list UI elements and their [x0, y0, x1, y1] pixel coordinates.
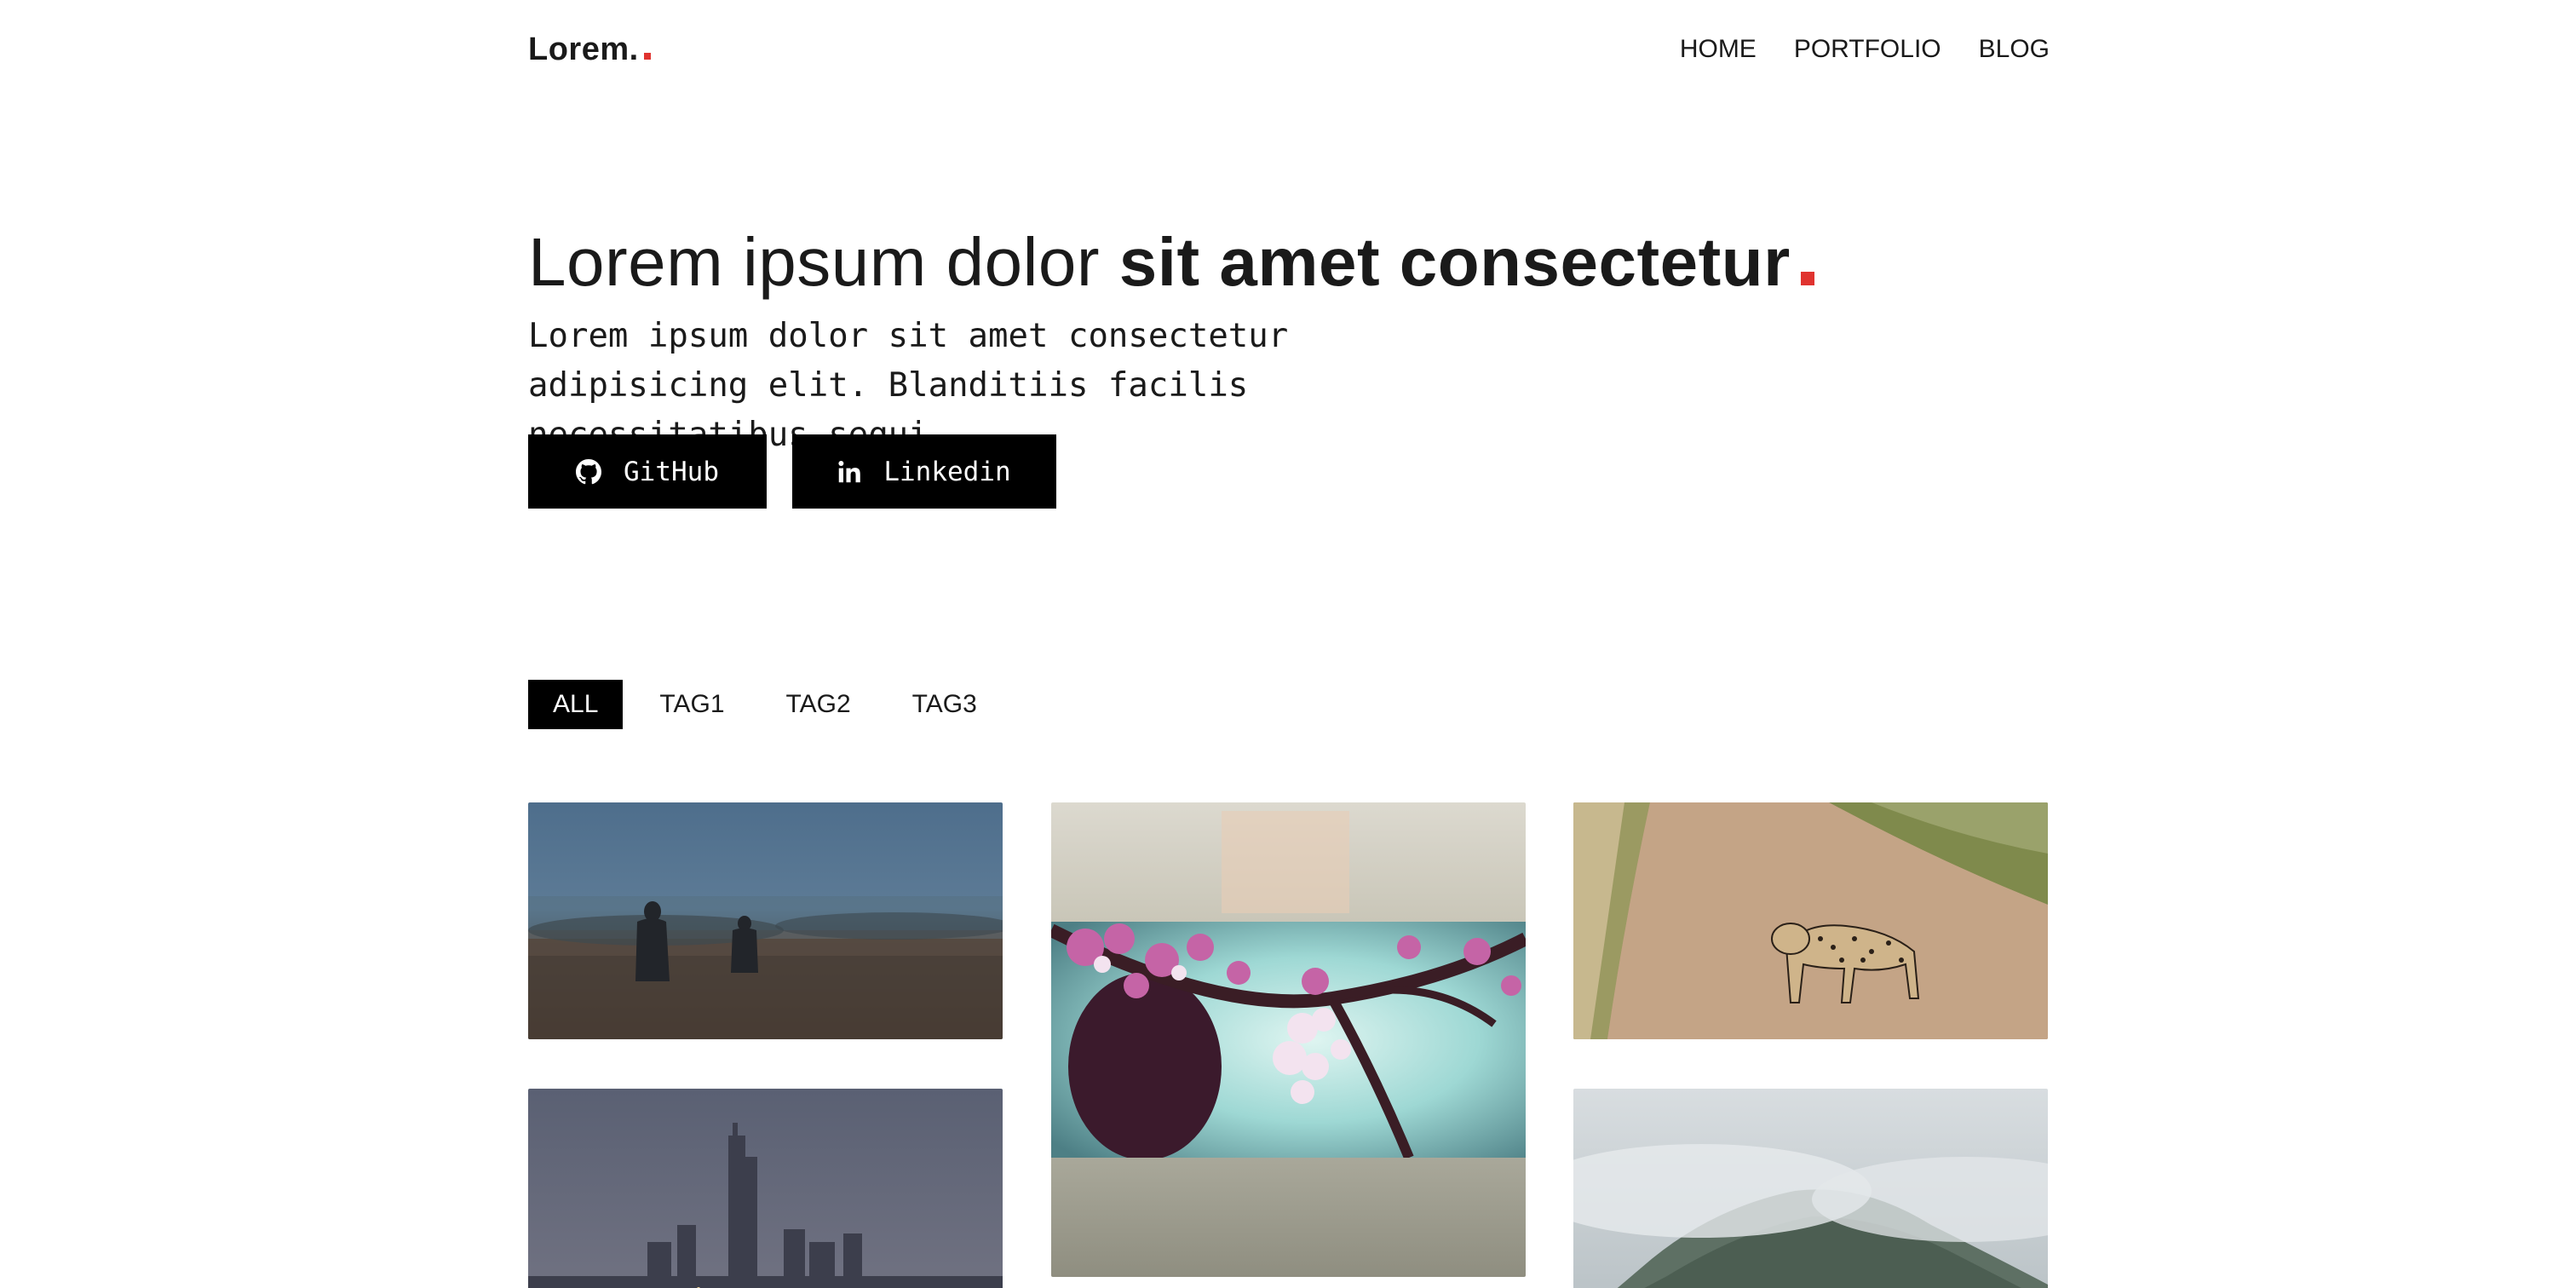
- gallery-image-misty-mountain[interactable]: [1573, 1089, 2048, 1288]
- tag-2[interactable]: TAG2: [762, 680, 876, 729]
- github-button[interactable]: GitHub: [528, 434, 767, 509]
- logo-text: Lorem.: [528, 32, 639, 67]
- nav-home-link[interactable]: HOME: [1680, 32, 1757, 66]
- hero-title-accent-dot: [1800, 272, 1814, 285]
- gallery-image-city-skyline[interactable]: [528, 1089, 1003, 1288]
- top-nav: HOME PORTFOLIO BLOG: [1680, 32, 2050, 66]
- linkedin-button-label: Linkedin: [883, 456, 1011, 487]
- gallery-image-cherry-blossoms[interactable]: [1051, 802, 1526, 1277]
- tag-filter-bar: ALL TAG1 TAG2 TAG3: [528, 680, 1002, 729]
- hero-title-light: Lorem ipsum dolor: [528, 224, 1119, 300]
- nav-portfolio-link[interactable]: PORTFOLIO: [1794, 32, 1941, 66]
- tag-1[interactable]: TAG1: [635, 680, 749, 729]
- linkedin-icon: [837, 460, 861, 484]
- gallery-image-misty-field[interactable]: [528, 802, 1003, 1039]
- logo-accent-dot: [643, 53, 651, 60]
- hero-buttons: GitHub Linkedin: [528, 434, 1056, 509]
- tag-all[interactable]: ALL: [528, 680, 624, 729]
- hero-title: Lorem ipsum dolor sit amet consectetur: [528, 220, 1814, 305]
- logo[interactable]: Lorem.: [528, 31, 651, 68]
- gallery-image-leopard[interactable]: [1573, 802, 2048, 1039]
- tag-3[interactable]: TAG3: [888, 680, 1002, 729]
- nav-blog-link[interactable]: BLOG: [1979, 32, 2050, 66]
- linkedin-button[interactable]: Linkedin: [792, 434, 1056, 509]
- github-button-label: GitHub: [624, 456, 719, 487]
- github-icon: [576, 458, 601, 485]
- hero-title-bold: sit amet consectetur: [1118, 224, 1791, 300]
- page-container: Lorem. HOME PORTFOLIO BLOG Lorem ipsum d…: [528, 0, 2050, 1288]
